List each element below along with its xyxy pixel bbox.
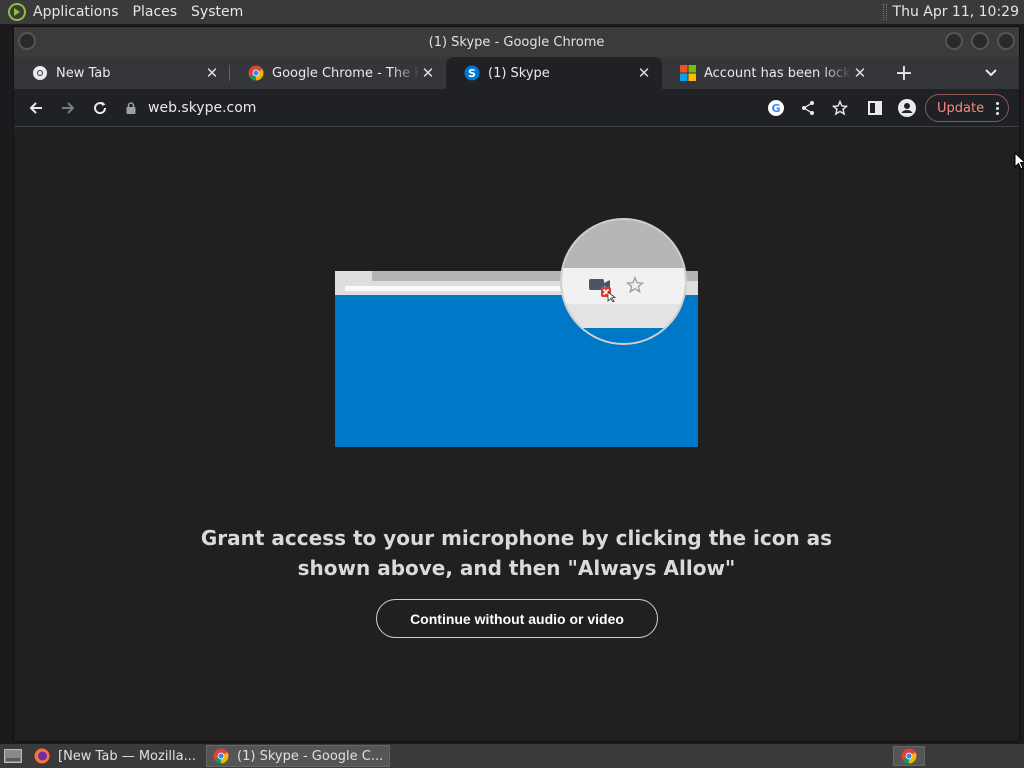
more-options-icon[interactable]	[996, 101, 999, 115]
window-titlebar[interactable]: (1) Skype - Google Chrome	[14, 27, 1019, 57]
lock-icon[interactable]	[124, 101, 138, 115]
instruction-line-1: Grant access to your microphone by click…	[200, 526, 833, 550]
window-title: (1) Skype - Google Chrome	[428, 34, 605, 50]
close-icon[interactable]: ✕	[636, 64, 652, 82]
illustration-url-line	[345, 286, 565, 291]
continue-without-audio-video-button[interactable]: Continue without audio or video	[376, 599, 658, 638]
close-window-button[interactable]	[997, 32, 1015, 50]
panel-separator	[882, 4, 887, 20]
google-lens-icon[interactable]: G	[760, 92, 792, 124]
magnifier-page	[562, 328, 685, 343]
browser-window: (1) Skype - Google Chrome New Tab ✕ Goog…	[13, 26, 1020, 742]
magnifier-omnibox	[562, 268, 685, 304]
toolbar: web.skype.com G Update	[14, 89, 1019, 127]
top-panel: Applications Places System Thu Apr 11, 1…	[0, 0, 1024, 24]
window-controls	[945, 32, 1015, 50]
mouse-pointer-icon	[1014, 151, 1024, 174]
tab-strip: New Tab ✕ Google Chrome - The Fast ✕ S (…	[14, 57, 1019, 89]
chrome-newtab-icon	[32, 65, 48, 81]
tray-chrome-icon[interactable]	[893, 746, 925, 766]
svg-text:G: G	[771, 102, 780, 115]
tab-google-chrome[interactable]: Google Chrome - The Fast ✕	[230, 57, 446, 89]
close-icon[interactable]: ✕	[852, 64, 868, 82]
magnifier-bar	[562, 304, 685, 328]
update-button[interactable]: Update	[925, 94, 1009, 122]
magnifier-top	[562, 220, 685, 268]
task-label: [New Tab — Mozilla...	[58, 748, 197, 764]
forward-arrow-icon[interactable]	[52, 92, 84, 124]
bookmark-star-icon[interactable]	[824, 92, 856, 124]
distro-logo-icon[interactable]	[7, 2, 27, 22]
magnifier-circle	[560, 218, 687, 345]
omnibox-actions: G	[760, 92, 856, 124]
illustration-star-icon	[625, 275, 645, 298]
tab-title: Google Chrome - The Fast	[272, 65, 420, 81]
taskbar-item-chrome[interactable]: (1) Skype - Google C...	[206, 745, 391, 767]
chrome-icon	[248, 65, 264, 81]
microsoft-icon	[680, 65, 696, 81]
close-icon[interactable]: ✕	[204, 64, 220, 82]
tab-title: Account has been locked	[704, 65, 852, 81]
close-icon[interactable]: ✕	[420, 64, 436, 82]
camera-blocked-icon	[588, 276, 617, 306]
side-panel-icon[interactable]	[859, 92, 891, 124]
tab-title: (1) Skype	[488, 65, 550, 81]
page-content: Grant access to your microphone by click…	[14, 133, 1019, 741]
toolbar-right-icons	[859, 92, 923, 124]
back-arrow-icon[interactable]	[20, 92, 52, 124]
tab-title: New Tab	[56, 65, 111, 81]
places-menu[interactable]: Places	[133, 4, 178, 20]
new-tab-plus-icon[interactable]: +	[890, 59, 918, 87]
applications-menu[interactable]: Applications	[33, 4, 119, 20]
maximize-button[interactable]	[971, 32, 989, 50]
tab-new-tab[interactable]: New Tab ✕	[14, 57, 230, 89]
minimize-button[interactable]	[945, 32, 963, 50]
reload-icon[interactable]	[84, 92, 116, 124]
window-menu-button[interactable]	[18, 32, 36, 50]
url-text[interactable]: web.skype.com	[148, 100, 256, 116]
update-label: Update	[937, 100, 985, 116]
clock[interactable]: Thu Apr 11, 10:29	[893, 4, 1019, 20]
taskbar-item-firefox[interactable]: [New Tab — Mozilla...	[28, 745, 202, 767]
show-desktop-icon[interactable]	[2, 747, 24, 765]
share-icon[interactable]	[792, 92, 824, 124]
tab-search-chevron-down-icon[interactable]	[983, 65, 999, 81]
firefox-icon	[34, 748, 50, 764]
bottom-taskbar: [New Tab — Mozilla... (1) Skype - Google…	[0, 744, 1024, 768]
profile-avatar-icon[interactable]	[891, 92, 923, 124]
system-menu[interactable]: System	[191, 4, 243, 20]
tab-skype[interactable]: S (1) Skype ✕	[446, 57, 662, 89]
permission-illustration	[334, 218, 714, 458]
chrome-icon	[213, 748, 229, 764]
microphone-instructions: Grant access to your microphone by click…	[14, 523, 1019, 583]
instruction-line-2: shown above, and then "Always Allow"	[297, 556, 736, 580]
skype-icon: S	[464, 65, 480, 81]
svg-text:S: S	[468, 67, 476, 80]
task-label: (1) Skype - Google C...	[237, 748, 384, 764]
tab-account-locked[interactable]: Account has been locked ✕	[662, 57, 878, 89]
